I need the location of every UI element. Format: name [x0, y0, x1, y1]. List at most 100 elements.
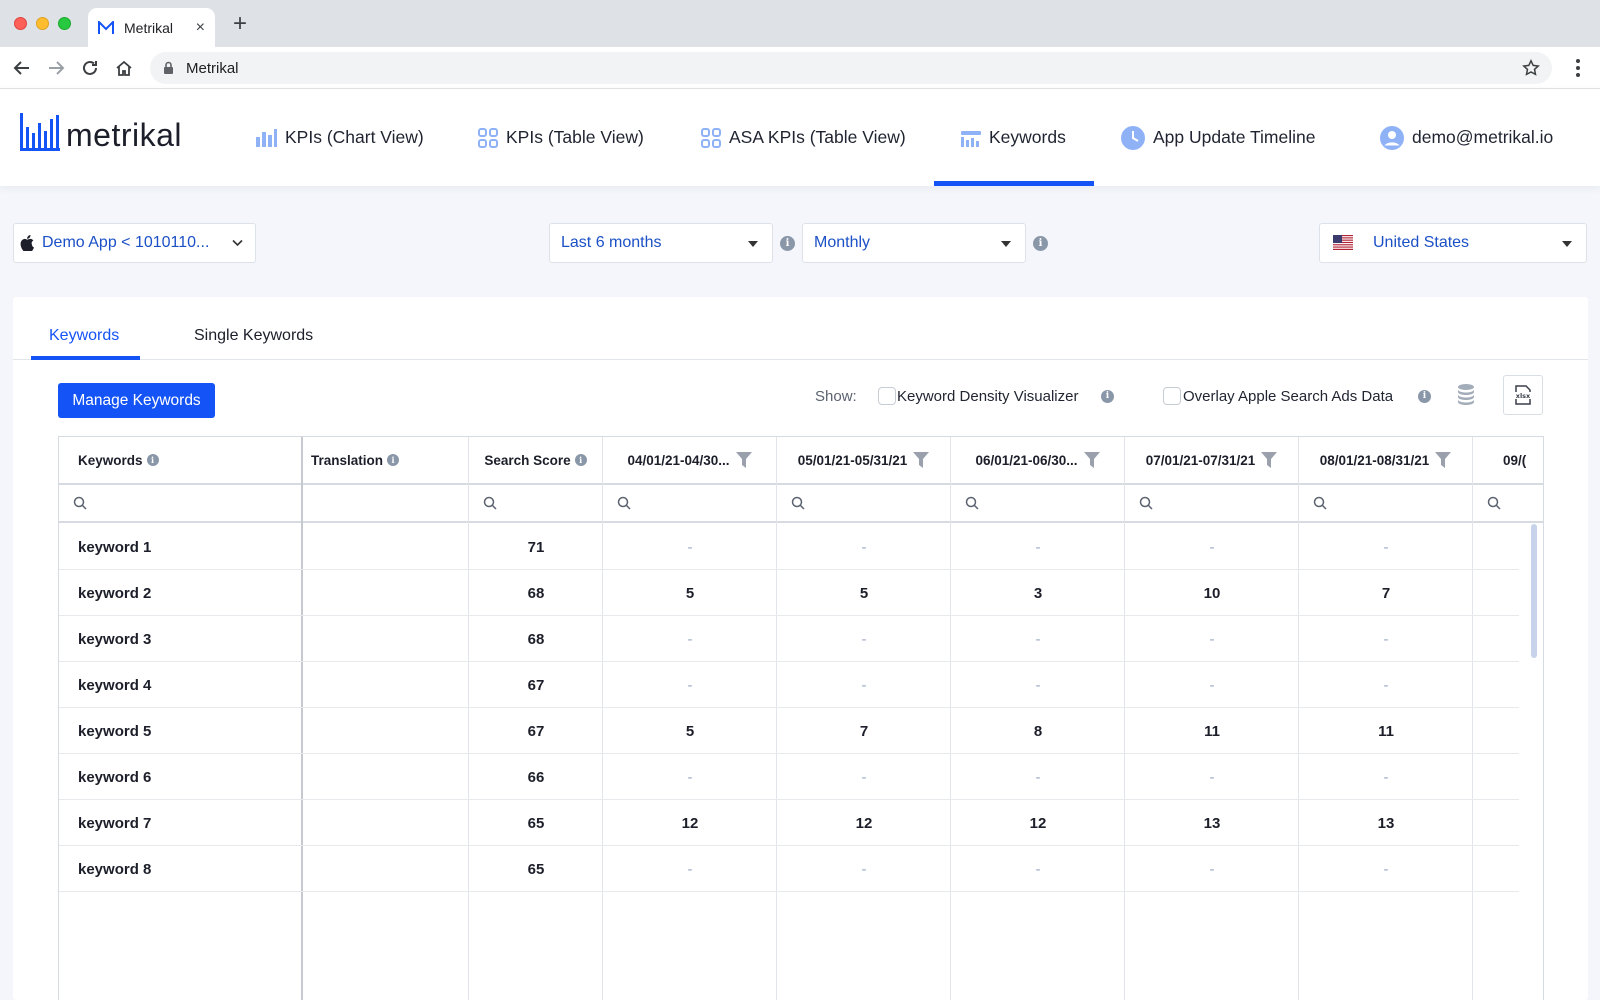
nav-kpis-table[interactable]: KPIs (Table View) [478, 89, 644, 186]
table-row[interactable]: keyword 3 68 - - - - - [59, 616, 1519, 662]
filter-funnel-icon[interactable] [1083, 452, 1100, 468]
filter-input-month[interactable] [951, 483, 1124, 523]
info-icon[interactable]: i [574, 454, 587, 466]
table-row[interactable]: keyword 1 71 - - - - - [59, 524, 1519, 570]
nav-keywords[interactable]: Keywords [961, 89, 1066, 186]
tab-close-icon[interactable]: × [196, 19, 205, 36]
bookmark-star-icon[interactable] [1522, 59, 1540, 77]
keyword-cell[interactable]: keyword 2 [78, 570, 298, 616]
column-header-month[interactable]: 04/01/21-04/30... [603, 437, 776, 483]
filter-input-month[interactable] [603, 483, 776, 523]
rank-value: 5 [685, 584, 695, 602]
browser-menu-icon[interactable] [1568, 57, 1588, 79]
filter-funnel-icon[interactable] [1435, 452, 1452, 468]
grid-icon [478, 127, 498, 148]
translation-cell [311, 800, 461, 846]
period-dropdown[interactable]: Last 6 months [549, 223, 773, 263]
rank-value: 13 [1203, 814, 1221, 832]
back-button[interactable] [10, 56, 34, 80]
column-header-translation[interactable]: Translation i [303, 437, 468, 483]
filter-funnel-icon[interactable] [913, 452, 930, 468]
address-text[interactable]: Metrikal [186, 60, 239, 77]
minimize-window-button[interactable] [36, 17, 49, 30]
granularity-dropdown[interactable]: Monthly [802, 223, 1026, 263]
overlay-asa-label[interactable]: Overlay Apple Search Ads Data [1183, 388, 1393, 405]
manage-keywords-button[interactable]: Manage Keywords [58, 383, 215, 418]
density-info-icon[interactable]: i [1101, 390, 1114, 403]
column-header-month[interactable]: 05/01/21-05/31/21 [777, 437, 950, 483]
metrikal-logo[interactable]: metrikal [20, 113, 182, 151]
rank-value: - [1383, 860, 1389, 878]
rank-value: 7 [859, 722, 869, 740]
table-row[interactable]: keyword 8 65 - - - - - [59, 846, 1519, 892]
maximize-window-button[interactable] [58, 17, 71, 30]
clock-icon [1121, 125, 1145, 150]
column-header-month[interactable]: 06/01/21-06/30... [951, 437, 1124, 483]
rank-cell: 7 [1299, 570, 1473, 616]
reload-button[interactable] [78, 56, 102, 80]
grid-vertical-scrollbar[interactable] [1531, 524, 1537, 658]
period-info-icon[interactable]: i [780, 236, 795, 251]
rank-value: - [687, 630, 693, 648]
table-row[interactable]: keyword 6 66 - - - - - [59, 754, 1519, 800]
nav-asa-kpis-table[interactable]: ASA KPIs (Table View) [701, 89, 906, 186]
apple-icon [20, 235, 34, 251]
filter-input-month[interactable] [777, 483, 950, 523]
database-icon[interactable] [1457, 383, 1475, 405]
country-dropdown[interactable]: United States [1319, 223, 1587, 263]
keyword-cell[interactable]: keyword 7 [78, 800, 298, 846]
density-visualizer-label[interactable]: Keyword Density Visualizer [897, 388, 1078, 405]
granularity-value: Monthly [814, 234, 871, 251]
tab-single-keywords[interactable]: Single Keywords [194, 327, 313, 345]
granularity-info-icon[interactable]: i [1033, 236, 1048, 251]
info-icon[interactable]: i [387, 454, 400, 466]
column-header-month[interactable]: 08/01/21-08/31/21 [1299, 437, 1472, 483]
keyword-cell[interactable]: keyword 6 [78, 754, 298, 800]
filter-input-translation[interactable] [303, 483, 468, 523]
tab-keywords[interactable]: Keywords [49, 327, 119, 345]
table-row[interactable]: keyword 4 67 - - - - - [59, 662, 1519, 708]
column-header-keywords[interactable]: Keywords i [59, 437, 301, 483]
nav-app-update-timeline[interactable]: App Update Timeline [1121, 89, 1315, 186]
export-xlsx-button[interactable]: xlsx [1503, 375, 1543, 415]
filter-input-month[interactable] [1299, 483, 1472, 523]
table-row[interactable]: keyword 2 68 5 5 3 10 7 [59, 570, 1519, 616]
overlay-asa-checkbox[interactable] [1163, 387, 1181, 405]
rank-cell: - [603, 662, 777, 708]
nav-user-account[interactable]: demo@metrikal.io [1380, 89, 1553, 186]
rank-value: 12 [855, 814, 873, 832]
table-row[interactable]: keyword 7 65 12 12 12 13 13 [59, 800, 1519, 846]
address-bar[interactable]: Metrikal [150, 52, 1552, 84]
filter-input-keywords[interactable] [59, 483, 301, 523]
overlay-info-icon[interactable]: i [1418, 390, 1431, 403]
forward-button[interactable] [44, 56, 68, 80]
table-row[interactable]: keyword 5 67 5 7 8 11 11 [59, 708, 1519, 754]
new-tab-button[interactable]: + [228, 12, 252, 36]
home-button[interactable] [112, 56, 136, 80]
column-header-label: 08/01/21-08/31/21 [1319, 452, 1430, 468]
rank-cell: 11 [1125, 708, 1299, 754]
density-visualizer-checkbox[interactable] [878, 387, 896, 405]
nav-label: demo@metrikal.io [1412, 127, 1554, 147]
keyword-cell[interactable]: keyword 4 [78, 662, 298, 708]
column-header-month[interactable]: 07/01/21-07/31/21 [1125, 437, 1298, 483]
app-selector[interactable]: Demo App < 1010110... [13, 223, 256, 263]
rank-value: - [1035, 630, 1041, 648]
keyword-cell[interactable]: keyword 1 [78, 524, 298, 570]
keyword-cell[interactable]: keyword 8 [78, 846, 298, 892]
close-window-button[interactable] [14, 17, 27, 30]
browser-tab[interactable]: Metrikal × [88, 8, 215, 47]
column-header-search-score[interactable]: Search Score i [469, 437, 602, 483]
filter-input-search-score[interactable] [469, 483, 602, 523]
column-header-month[interactable]: 09/( [1473, 437, 1543, 483]
filter-input-month[interactable] [1125, 483, 1298, 523]
filter-input-month[interactable] [1473, 483, 1543, 523]
rank-cell: - [951, 524, 1125, 570]
rank-value: - [1383, 630, 1389, 648]
keyword-cell[interactable]: keyword 3 [78, 616, 298, 662]
filter-funnel-icon[interactable] [735, 452, 752, 468]
info-icon[interactable]: i [146, 454, 159, 466]
keyword-cell[interactable]: keyword 5 [78, 708, 298, 754]
filter-funnel-icon[interactable] [1261, 452, 1278, 468]
nav-kpis-chart[interactable]: KPIs (Chart View) [255, 89, 424, 186]
